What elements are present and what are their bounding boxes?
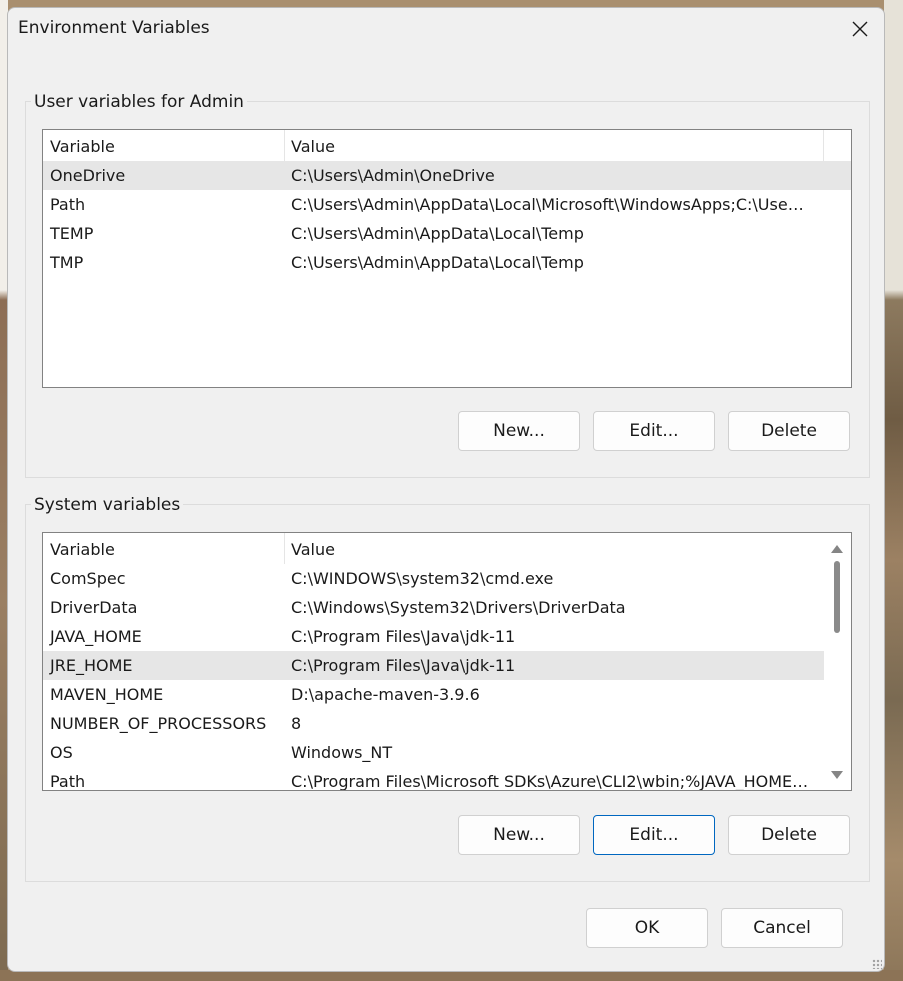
table-row[interactable]: TMP C:\Users\Admin\AppData\Local\Temp — [43, 248, 851, 277]
scroll-down-arrow-icon[interactable] — [831, 771, 843, 779]
column-separator[interactable] — [284, 533, 285, 564]
variable-value: C:\Users\Admin\OneDrive — [291, 166, 495, 185]
variable-name: Path — [50, 772, 86, 791]
variable-value: D:\apache-maven-3.9.6 — [291, 685, 480, 704]
column-header-variable[interactable]: Variable — [50, 137, 115, 156]
variable-value: C:\Users\Admin\AppData\Local\Microsoft\W… — [291, 195, 804, 214]
system-variables-list[interactable]: Variable Value ComSpec C:\WINDOWS\system… — [42, 532, 852, 791]
column-header-value[interactable]: Value — [291, 137, 335, 156]
system-variables-rows: ComSpec C:\WINDOWS\system32\cmd.exe Driv… — [43, 564, 851, 791]
table-row[interactable]: Path C:\Program Files\Microsoft SDKs\Azu… — [43, 767, 851, 791]
table-row[interactable]: OneDrive C:\Users\Admin\OneDrive — [43, 161, 851, 190]
close-icon — [852, 21, 868, 37]
variable-name: TEMP — [50, 224, 94, 243]
desktop-wallpaper-right — [884, 0, 903, 981]
table-row[interactable]: DriverData C:\Windows\System32\Drivers\D… — [43, 593, 851, 622]
environment-variables-dialog: Environment Variables User variables for… — [7, 7, 885, 972]
variable-value: C:\Windows\System32\Drivers\DriverData — [291, 598, 626, 617]
variable-name: DriverData — [50, 598, 138, 617]
variable-name: Path — [50, 195, 86, 214]
table-row[interactable]: JAVA_HOME C:\Program Files\Java\jdk-11 — [43, 622, 851, 651]
cancel-button[interactable]: Cancel — [721, 908, 843, 948]
table-row[interactable]: Path C:\Users\Admin\AppData\Local\Micros… — [43, 190, 851, 219]
variable-name: ComSpec — [50, 569, 126, 588]
table-row[interactable]: ComSpec C:\WINDOWS\system32\cmd.exe — [43, 564, 851, 593]
ok-button[interactable]: OK — [586, 908, 708, 948]
system-variables-label: System variables — [31, 495, 184, 515]
column-header-variable[interactable]: Variable — [50, 540, 115, 559]
table-row[interactable]: JRE_HOME C:\Program Files\Java\jdk-11 — [43, 651, 851, 680]
variable-name: TMP — [50, 253, 84, 272]
variable-value: C:\WINDOWS\system32\cmd.exe — [291, 569, 554, 588]
table-row[interactable]: MAVEN_HOME D:\apache-maven-3.9.6 — [43, 680, 851, 709]
user-variables-rows: OneDrive C:\Users\Admin\OneDrive Path C:… — [43, 161, 851, 277]
title-bar[interactable]: Environment Variables — [8, 8, 884, 52]
resize-grip[interactable] — [872, 959, 882, 969]
close-button[interactable] — [836, 8, 884, 50]
variable-value: C:\Users\Admin\AppData\Local\Temp — [291, 253, 584, 272]
scroll-up-arrow-icon[interactable] — [831, 545, 843, 553]
user-delete-button[interactable]: Delete — [728, 411, 850, 451]
table-row[interactable]: NUMBER_OF_PROCESSORS 8 — [43, 709, 851, 738]
variable-name: JRE_HOME — [50, 656, 133, 675]
window-title: Environment Variables — [18, 18, 210, 38]
variable-name: MAVEN_HOME — [50, 685, 164, 704]
user-variables-label: User variables for Admin — [31, 92, 247, 112]
variable-value: C:\Users\Admin\AppData\Local\Temp — [291, 224, 584, 243]
system-delete-button[interactable]: Delete — [728, 815, 850, 855]
user-new-button[interactable]: New... — [458, 411, 580, 451]
column-separator[interactable] — [284, 130, 285, 161]
column-separator[interactable] — [823, 130, 824, 161]
variable-value: C:\Program Files\Microsoft SDKs\Azure\CL… — [291, 772, 809, 791]
system-edit-button[interactable]: Edit... — [593, 815, 715, 855]
variable-value: Windows_NT — [291, 743, 393, 762]
variable-value: 8 — [291, 714, 302, 733]
table-row[interactable]: TEMP C:\Users\Admin\AppData\Local\Temp — [43, 219, 851, 248]
variable-name: JAVA_HOME — [50, 627, 142, 646]
system-new-button[interactable]: New... — [458, 815, 580, 855]
user-variables-list[interactable]: Variable Value OneDrive C:\Users\Admin\O… — [42, 129, 852, 388]
variable-name: OneDrive — [50, 166, 126, 185]
list-header: Variable Value — [43, 533, 851, 564]
column-header-value[interactable]: Value — [291, 540, 335, 559]
variable-value: C:\Program Files\Java\jdk-11 — [291, 627, 516, 646]
variable-name: OS — [50, 743, 73, 762]
table-row[interactable]: OS Windows_NT — [43, 738, 851, 767]
user-edit-button[interactable]: Edit... — [593, 411, 715, 451]
list-header: Variable Value — [43, 130, 851, 161]
variable-value: C:\Program Files\Java\jdk-11 — [291, 656, 516, 675]
vertical-scrollbar[interactable] — [824, 533, 851, 790]
variable-name: NUMBER_OF_PROCESSORS — [50, 714, 267, 733]
scroll-thumb[interactable] — [834, 561, 840, 633]
